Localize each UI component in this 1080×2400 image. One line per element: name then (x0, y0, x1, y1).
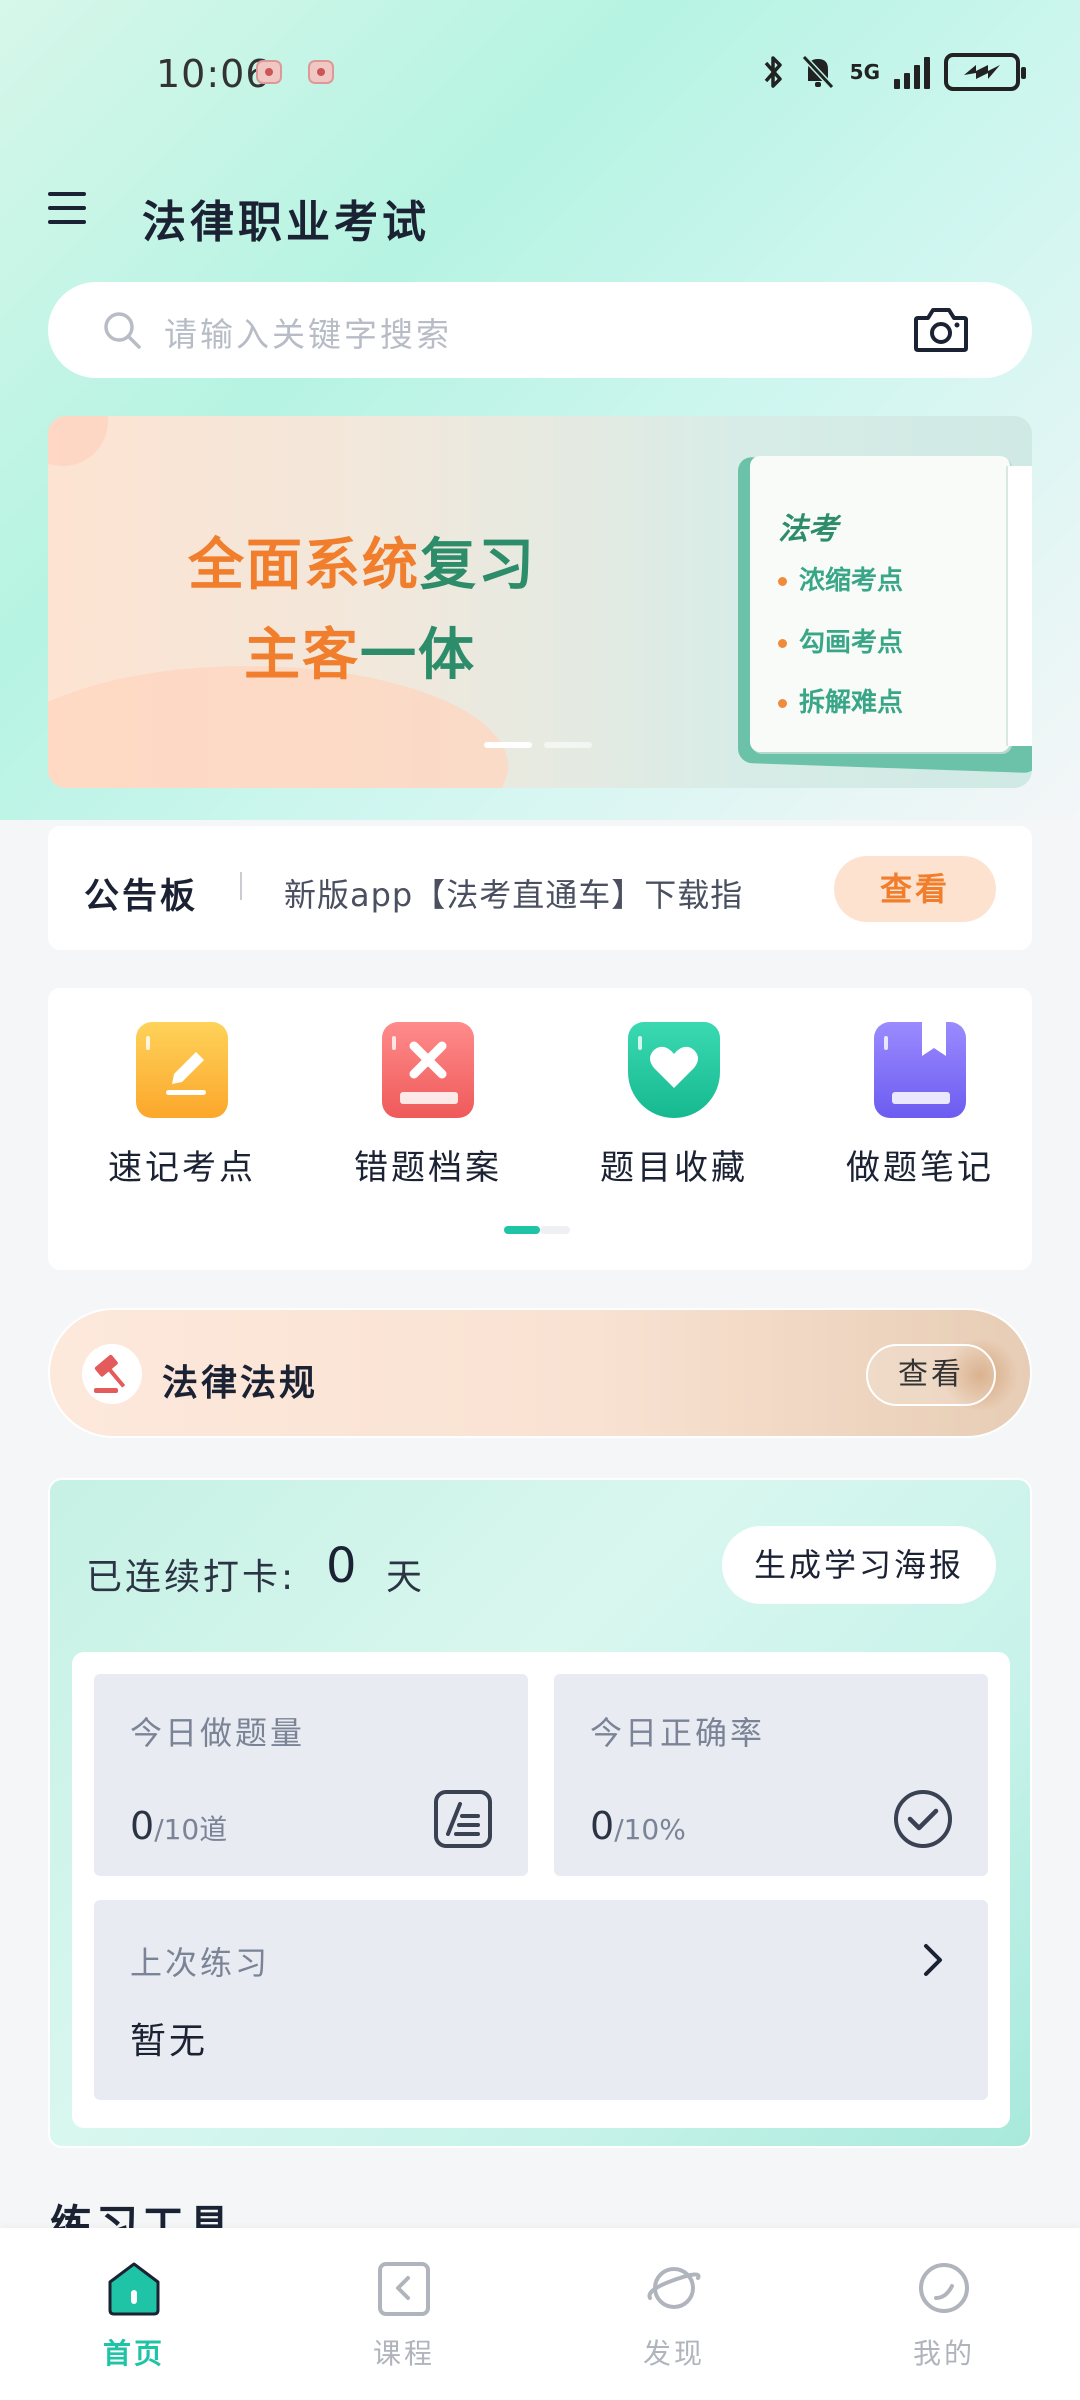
profile-icon (919, 2263, 969, 2313)
bottom-tab-bar: 首页 课程 发现 我的 (0, 2228, 1080, 2400)
tab-label: 发现 (642, 2337, 705, 2370)
stat-title: 今日正确率 (590, 1714, 766, 1752)
wrong-questions-icon (382, 1022, 474, 1118)
quick-notes-icon (136, 1022, 228, 1118)
search-bar[interactable]: 请输入关键字搜索 (48, 282, 1032, 378)
law-regulations-card[interactable]: 法律法规 查看 (48, 1308, 1032, 1438)
tool-wrong-questions[interactable]: 错题档案 (328, 1022, 528, 1189)
status-bar: 10:06 5G (0, 0, 1080, 150)
tool-grid: 速记考点 错题档案 题目收藏 做题笔记 (48, 988, 1032, 1270)
status-icons: 5G (762, 50, 1026, 94)
menu-icon[interactable] (48, 192, 86, 224)
tab-home[interactable]: 首页 (64, 2258, 204, 2372)
gavel-icon (82, 1344, 142, 1404)
notes-book-icon (874, 1022, 966, 1118)
signal-icon (894, 55, 930, 89)
network-type: 5G (849, 60, 880, 84)
tool-label: 速记考点 (108, 1148, 256, 1188)
book-title: 法考 (778, 512, 838, 547)
today-count-card[interactable]: 今日做题量 0/10道 (94, 1674, 528, 1876)
header: 法律职业考试 (0, 170, 1080, 260)
status-time: 10:06 (156, 52, 271, 96)
tool-favorites[interactable]: 题目收藏 (574, 1022, 774, 1189)
notice-title: 公告板 (84, 877, 199, 917)
page-title: 法律职业考试 (142, 197, 430, 248)
tab-discover[interactable]: 发现 (604, 2258, 744, 2372)
bluetooth-icon (764, 56, 782, 88)
law-title: 法律法规 (162, 1363, 319, 1404)
banner-subheadline: 主客一体 (244, 623, 476, 688)
notice-board: 公告板 新版app【法考直通车】下载指 查看 (48, 826, 1032, 950)
stats-panel: 今日做题量 0/10道 今日正确率 0/10% 上次练习 暂无 (72, 1652, 1010, 2128)
search-input[interactable]: 请输入关键字搜索 (164, 308, 452, 356)
notice-view-button[interactable]: 查看 (834, 856, 996, 922)
stat-value: 0/10道 (130, 1804, 228, 1848)
book-illustration: 法考 浓缩考点 勾画考点 拆解难点 (738, 456, 1032, 774)
book-item: 拆解难点 (778, 682, 903, 719)
stat-title: 今日做题量 (130, 1714, 306, 1752)
divider (240, 872, 242, 900)
tab-label: 我的 (912, 2337, 975, 2370)
generate-poster-button[interactable]: 生成学习海报 (722, 1526, 996, 1604)
tab-label: 首页 (102, 2337, 165, 2370)
book-item: 浓缩考点 (778, 560, 903, 597)
last-practice-title: 上次练习 (130, 1944, 271, 1982)
notice-text[interactable]: 新版app【法考直通车】下载指 (284, 870, 814, 916)
search-icon (104, 312, 141, 349)
tab-profile[interactable]: 我的 (874, 2258, 1014, 2372)
checkin-label: 已连续打卡: (86, 1557, 297, 1598)
notification-icon (308, 60, 334, 84)
courses-icon (378, 2262, 430, 2316)
battery-charging-icon (944, 53, 1026, 91)
book-item: 勾画考点 (778, 622, 903, 659)
edit-list-icon (434, 1790, 492, 1848)
checkin-days: 0 (326, 1538, 357, 1594)
tool-label: 错题档案 (354, 1148, 502, 1188)
mute-bell-icon (801, 54, 834, 90)
favorites-heart-icon (628, 1022, 720, 1118)
notification-icon (256, 60, 282, 84)
chevron-right-icon (924, 1944, 942, 1976)
tab-label: 课程 (372, 2337, 435, 2370)
promo-banner[interactable]: 全面系统复习 主客一体 法考 浓缩考点 勾画考点 拆解难点 (48, 416, 1032, 788)
checkin-unit: 天 (386, 1557, 423, 1598)
tool-grid-pagination (504, 1226, 570, 1234)
check-circle-icon (894, 1790, 952, 1848)
planet-icon (647, 2267, 701, 2309)
home-icon (108, 2262, 160, 2316)
law-view-button[interactable]: 查看 (866, 1344, 996, 1406)
banner-pagination (484, 742, 592, 748)
last-practice-value: 暂无 (130, 2021, 209, 2062)
tool-notes[interactable]: 做题笔记 (820, 1022, 1020, 1189)
banner-headline: 全面系统复习 (188, 533, 536, 598)
tool-label: 题目收藏 (600, 1148, 748, 1188)
tool-quick-notes[interactable]: 速记考点 (82, 1022, 282, 1189)
camera-icon[interactable] (912, 304, 970, 356)
last-practice-card[interactable]: 上次练习 暂无 (94, 1900, 988, 2100)
stat-value: 0/10% (590, 1804, 686, 1848)
checkin-card: 已连续打卡: 0 天 生成学习海报 今日做题量 0/10道 今日正确率 0/10… (48, 1478, 1032, 2148)
tool-label: 做题笔记 (846, 1148, 994, 1188)
today-accuracy-card[interactable]: 今日正确率 0/10% (554, 1674, 988, 1876)
tab-courses[interactable]: 课程 (334, 2258, 474, 2372)
